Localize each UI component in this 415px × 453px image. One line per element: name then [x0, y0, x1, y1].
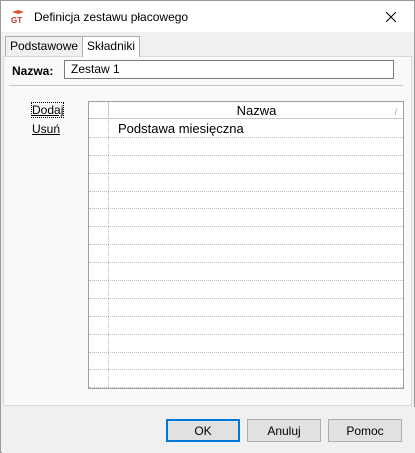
tab-podstawowe[interactable]: Podstawowe: [5, 36, 84, 56]
close-icon: [386, 11, 396, 22]
table-row[interactable]: [89, 245, 403, 264]
separator: [9, 85, 403, 86]
grid-body: Podstawa miesięczna: [89, 120, 403, 388]
name-label: Nazwa:: [12, 64, 54, 78]
remove-link[interactable]: Usuń: [32, 122, 60, 136]
row-indicator: [89, 191, 109, 209]
column-header-label: Nazwa: [236, 103, 277, 118]
help-button[interactable]: Pomoc: [328, 419, 402, 442]
table-row[interactable]: [89, 370, 403, 388]
cancel-button[interactable]: Anuluj: [247, 419, 321, 442]
table-row[interactable]: [89, 334, 403, 353]
gt-app-icon: GT: [11, 10, 24, 24]
table-row[interactable]: [89, 191, 403, 210]
add-link[interactable]: Dodaj: [30, 102, 65, 118]
table-row[interactable]: [89, 281, 403, 299]
row-indicator: [89, 316, 109, 334]
row-indicator: [89, 120, 109, 137]
close-button[interactable]: [368, 1, 414, 32]
window-title: Definicja zestawu płacowego: [34, 10, 189, 24]
row-name-cell: Podstawa miesięczna: [118, 121, 244, 136]
row-indicator-header: [89, 102, 109, 119]
tab-strip: Podstawowe Składniki: [5, 36, 141, 57]
column-header-nazwa[interactable]: Nazwa /: [110, 102, 403, 119]
components-grid[interactable]: Nazwa / Podstawa miesięczna: [88, 101, 404, 389]
row-indicator: [89, 173, 109, 191]
row-indicator: [89, 352, 109, 370]
row-indicator: [89, 227, 109, 245]
table-row[interactable]: [89, 227, 403, 246]
grid-header: Nazwa /: [89, 102, 403, 119]
row-indicator: [89, 155, 109, 173]
title-bar: GT Definicja zestawu płacowego: [1, 1, 414, 32]
row-indicator: [89, 334, 109, 352]
table-row[interactable]: [89, 352, 403, 371]
table-row[interactable]: [89, 155, 403, 174]
name-input[interactable]: Zestaw 1: [64, 60, 394, 79]
table-row[interactable]: [89, 209, 403, 228]
row-indicator: [89, 245, 109, 263]
dialog-window: GT Definicja zestawu płacowego Podstawow…: [0, 0, 415, 453]
row-indicator: [89, 281, 109, 298]
table-row[interactable]: [89, 263, 403, 282]
table-row[interactable]: [89, 137, 403, 156]
table-row[interactable]: [89, 316, 403, 335]
row-indicator: [89, 209, 109, 227]
row-indicator: [89, 370, 109, 388]
table-row[interactable]: Podstawa miesięczna: [89, 120, 403, 138]
tab-skladniki[interactable]: Składniki: [82, 36, 141, 57]
sort-indicator-icon: /: [394, 107, 397, 117]
svg-text:GT: GT: [11, 16, 22, 24]
row-indicator: [89, 137, 109, 155]
row-indicator: [89, 298, 109, 316]
table-row[interactable]: [89, 298, 403, 317]
row-indicator: [89, 263, 109, 281]
table-row[interactable]: [89, 173, 403, 192]
ok-button[interactable]: OK: [166, 419, 240, 442]
